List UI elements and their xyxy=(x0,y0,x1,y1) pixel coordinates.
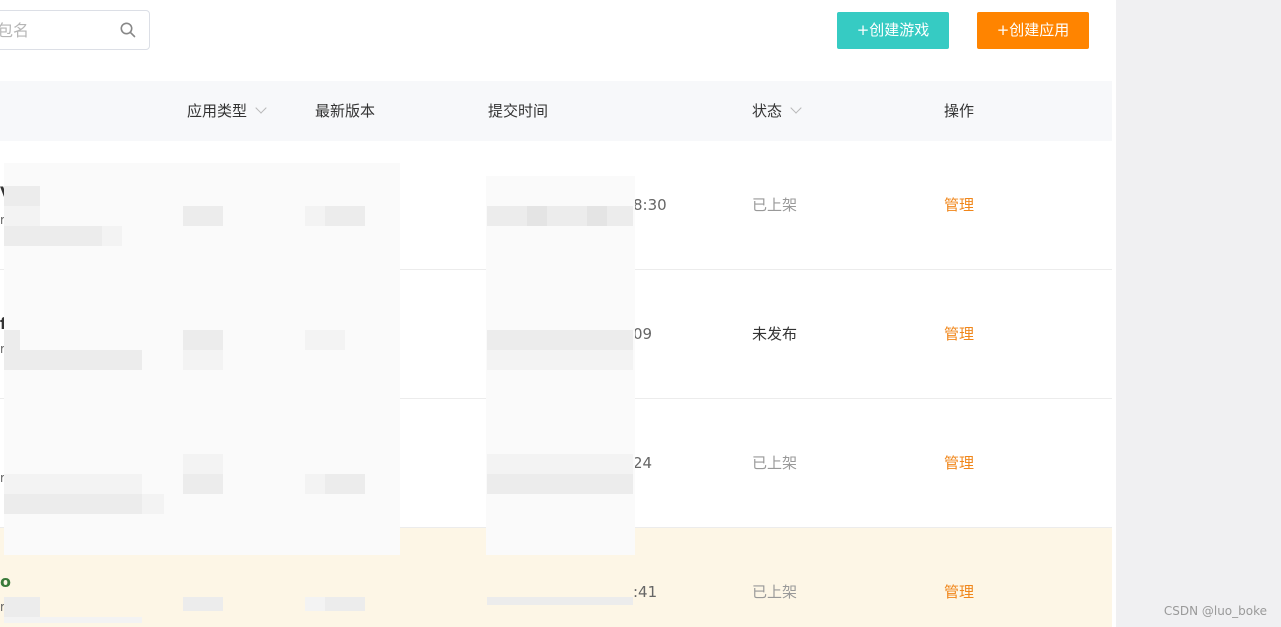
manage-link[interactable]: 管理 xyxy=(944,270,974,399)
manage-link[interactable]: 管理 xyxy=(944,141,974,270)
watermark: CSDN @luo_boke xyxy=(1163,604,1267,618)
status-text: 已上架 xyxy=(752,196,798,214)
right-gutter: CSDN @luo_boke xyxy=(1116,0,1281,627)
status-text: 未发布 xyxy=(752,325,798,343)
header-app-type[interactable]: 应用类型 xyxy=(187,81,267,141)
main-panel: +创建游戏 +创建应用 应用类型 最新版本 提交时间 状态 操作 V r 8:3… xyxy=(0,0,1116,627)
header-action: 操作 xyxy=(944,102,975,120)
status-text: 已上架 xyxy=(752,454,798,472)
chevron-down-icon[interactable] xyxy=(790,102,802,114)
header-status[interactable]: 状态 xyxy=(752,81,802,141)
search-icon[interactable] xyxy=(119,21,137,39)
submit-time: 8:30 xyxy=(633,196,667,214)
submit-time: :41 xyxy=(633,583,658,601)
submit-time: 24 xyxy=(633,454,653,472)
status-text: 已上架 xyxy=(752,583,798,601)
submit-time: 09 xyxy=(633,325,653,343)
create-game-button[interactable]: +创建游戏 xyxy=(837,12,949,49)
chevron-down-icon[interactable] xyxy=(255,102,267,114)
search-input[interactable] xyxy=(0,11,117,49)
manage-link[interactable]: 管理 xyxy=(944,528,974,627)
header-app-type-label: 应用类型 xyxy=(187,102,248,120)
header-status-label: 状态 xyxy=(752,102,783,120)
table-header: 应用类型 最新版本 提交时间 状态 操作 xyxy=(0,81,1112,141)
header-latest-version: 最新版本 xyxy=(315,102,376,120)
search-box xyxy=(0,10,150,50)
manage-link[interactable]: 管理 xyxy=(944,399,974,528)
header-submit-time: 提交时间 xyxy=(488,102,549,120)
app-name: o xyxy=(0,572,11,591)
create-app-button[interactable]: +创建应用 xyxy=(977,12,1089,49)
